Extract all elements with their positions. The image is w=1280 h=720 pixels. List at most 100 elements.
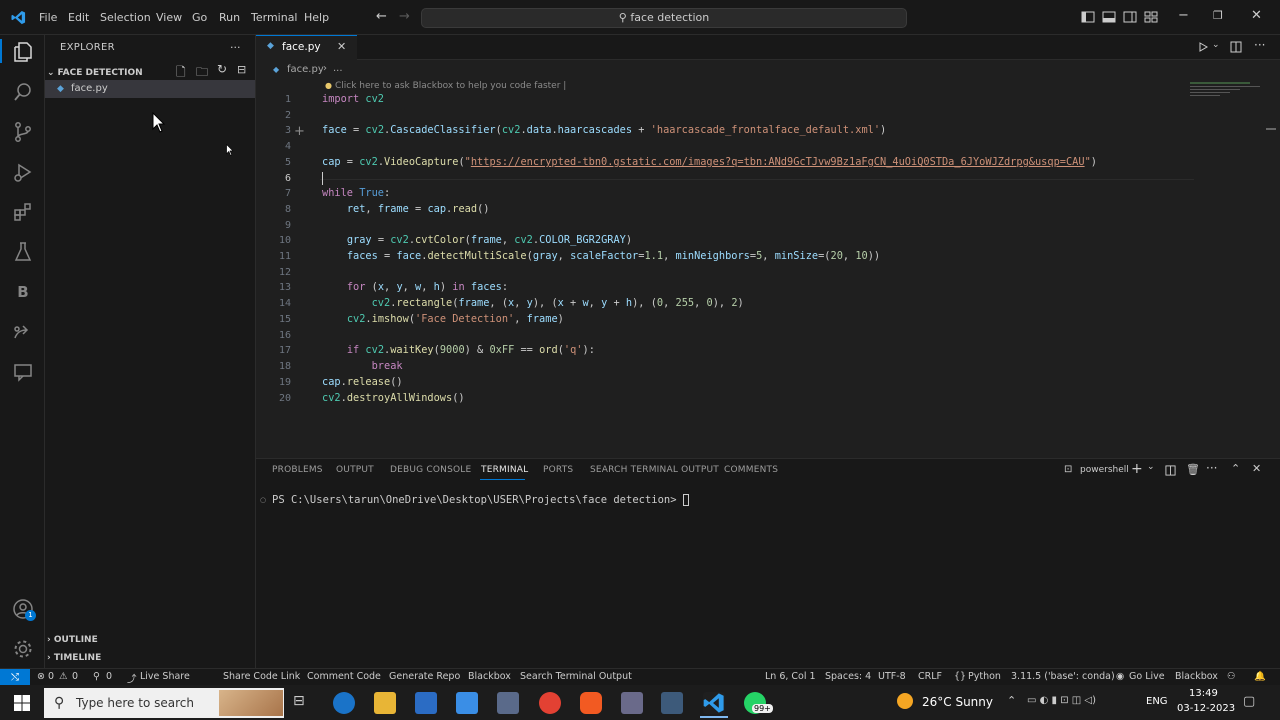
menu-help[interactable]: Help xyxy=(304,0,329,35)
back-arrow-icon[interactable]: ← xyxy=(376,9,387,24)
menu-edit[interactable]: Edit xyxy=(68,0,89,35)
tab-debug-console[interactable]: DEBUG CONSOLE xyxy=(390,465,471,475)
tab-output[interactable]: OUTPUT xyxy=(336,465,374,475)
breadcrumb-more[interactable]: ... xyxy=(333,63,343,74)
taskbar-search[interactable]: ⚲ Type here to search xyxy=(44,688,284,718)
maximize-icon[interactable]: ❐ xyxy=(1213,9,1223,22)
chrome-icon[interactable] xyxy=(539,692,561,714)
action-center-icon[interactable]: ▢ xyxy=(1243,694,1255,709)
menu-selection[interactable]: Selection xyxy=(100,0,151,35)
input-language[interactable]: ENG xyxy=(1146,696,1168,707)
tab-problems[interactable]: PROBLEMS xyxy=(272,465,323,475)
warning-icon[interactable]: ⚠ xyxy=(59,671,68,682)
store-icon[interactable] xyxy=(415,692,437,714)
breadcrumb-file[interactable]: face.py xyxy=(287,64,324,75)
live-share-icon[interactable]: ⤴ xyxy=(127,671,137,685)
customize-layout-icon[interactable] xyxy=(1144,10,1158,24)
status-blackbox[interactable]: Blackbox xyxy=(468,671,511,682)
toggle-sidebar-icon[interactable] xyxy=(1081,10,1095,24)
status-comment-code[interactable]: Comment Code xyxy=(307,671,381,682)
account-status-icon[interactable]: ⚇ xyxy=(1227,671,1236,682)
python-interpreter[interactable]: 3.11.5 ('base': conda) xyxy=(1011,671,1115,682)
tab-search-terminal-output[interactable]: SEARCH TERMINAL OUTPUT xyxy=(590,465,719,475)
tab-face-py[interactable]: ◆ face.py ✕ xyxy=(256,35,357,60)
edge-icon[interactable] xyxy=(333,692,355,714)
toggle-secondary-sidebar-icon[interactable] xyxy=(1123,10,1137,24)
close-window-icon[interactable]: ✕ xyxy=(1251,8,1262,23)
tray-icons[interactable]: ▭ ◐ ▮ ⊡ ◫ ◁) xyxy=(1027,695,1096,706)
menu-view[interactable]: View xyxy=(156,0,182,35)
close-tab-icon[interactable]: ✕ xyxy=(337,40,346,53)
tab-comments[interactable]: COMMENTS xyxy=(724,465,778,475)
tab-terminal[interactable]: TERMINAL xyxy=(481,465,528,475)
menu-run[interactable]: Run xyxy=(219,0,240,35)
brave-icon[interactable] xyxy=(580,692,602,714)
split-editor-icon[interactable] xyxy=(1230,41,1242,53)
close-panel-icon[interactable]: ✕ xyxy=(1252,462,1261,475)
mail-icon[interactable] xyxy=(456,692,478,714)
eol[interactable]: CRLF xyxy=(918,671,942,682)
more-actions-icon[interactable]: ··· xyxy=(1206,461,1217,475)
cursor-position[interactable]: Ln 6, Col 1 xyxy=(765,671,816,682)
errors-icon[interactable]: ⊗ xyxy=(37,671,45,682)
app-icon[interactable] xyxy=(621,692,643,714)
explorer-icon[interactable] xyxy=(11,40,35,64)
notifications-icon[interactable]: 🔔 xyxy=(1254,671,1266,682)
go-live[interactable]: Go Live xyxy=(1129,671,1165,682)
clock-time[interactable]: 13:49 xyxy=(1189,688,1218,699)
status-search-terminal-output[interactable]: Search Terminal Output xyxy=(520,671,632,682)
comments-icon[interactable] xyxy=(11,360,35,384)
menu-file[interactable]: File xyxy=(39,0,57,35)
remote-indicator-icon[interactable]: ⤭ xyxy=(0,669,30,686)
chevron-down-icon[interactable]: ⌄ xyxy=(1147,462,1155,472)
split-terminal-icon[interactable] xyxy=(1165,465,1176,476)
live-share-icon[interactable] xyxy=(11,320,35,344)
warning-count[interactable]: 0 xyxy=(72,671,78,682)
source-control-icon[interactable] xyxy=(11,120,35,144)
run-debug-icon[interactable] xyxy=(11,160,35,184)
forward-arrow-icon[interactable]: → xyxy=(399,9,410,24)
status-live-share[interactable]: Live Share xyxy=(140,671,190,682)
file-explorer-icon[interactable] xyxy=(374,692,396,714)
language-mode[interactable]: Python xyxy=(968,671,1001,682)
ports-count[interactable]: 0 xyxy=(106,671,112,682)
extensions-icon[interactable] xyxy=(11,200,35,224)
blackbox-hint[interactable]: Click here to ask Blackbox to help you c… xyxy=(335,81,566,91)
minimize-icon[interactable]: − xyxy=(1178,8,1189,23)
trash-icon[interactable]: 🗑 xyxy=(1186,463,1200,476)
status-blackbox-right[interactable]: Blackbox xyxy=(1175,671,1218,682)
testing-icon[interactable] xyxy=(11,240,35,264)
tab-ports[interactable]: PORTS xyxy=(543,465,573,475)
outline-section[interactable]: › OUTLINE xyxy=(47,635,98,645)
clock-date[interactable]: 03-12-2023 xyxy=(1177,703,1235,714)
timeline-section[interactable]: › TIMELINE xyxy=(47,653,101,663)
blackbox-icon[interactable]: B xyxy=(11,280,35,304)
maximize-panel-icon[interactable]: ⌃ xyxy=(1231,462,1240,475)
file-face-py[interactable]: ◆ face.py xyxy=(45,80,255,98)
windows-start-icon[interactable] xyxy=(14,695,30,711)
run-file-icon[interactable] xyxy=(1198,42,1208,52)
task-view-icon[interactable]: ⊟ xyxy=(293,693,305,709)
new-terminal-icon[interactable]: + xyxy=(1131,461,1143,477)
minimap[interactable] xyxy=(1190,80,1270,110)
more-actions-icon[interactable]: ... xyxy=(230,38,241,51)
refresh-icon[interactable]: ↻ xyxy=(217,62,227,76)
app-icon[interactable] xyxy=(661,692,683,714)
chevron-down-icon[interactable]: ⌄ xyxy=(1212,40,1220,50)
shell-name[interactable]: powershell xyxy=(1080,465,1129,475)
menu-go[interactable]: Go xyxy=(192,0,207,35)
status-generate-repo[interactable]: Generate Repo xyxy=(389,671,460,682)
indentation[interactable]: Spaces: 4 xyxy=(825,671,871,682)
more-actions-icon[interactable]: ··· xyxy=(1254,38,1265,52)
collapse-all-icon[interactable]: ⊟ xyxy=(237,63,246,76)
ports-icon[interactable]: ⚲ xyxy=(93,671,100,682)
command-center[interactable]: ⚲ face detection xyxy=(421,8,907,28)
error-count[interactable]: 0 xyxy=(48,671,54,682)
vscode-taskbar-icon[interactable] xyxy=(703,692,725,714)
weather-text[interactable]: 26°C Sunny xyxy=(922,695,993,709)
app-icon[interactable] xyxy=(497,692,519,714)
status-share-code-link[interactable]: Share Code Link xyxy=(223,671,300,682)
search-icon[interactable] xyxy=(11,80,35,104)
gear-icon[interactable] xyxy=(11,637,35,661)
terminal-output[interactable]: PS C:\Users\tarun\OneDrive\Desktop\USER\… xyxy=(272,494,689,506)
